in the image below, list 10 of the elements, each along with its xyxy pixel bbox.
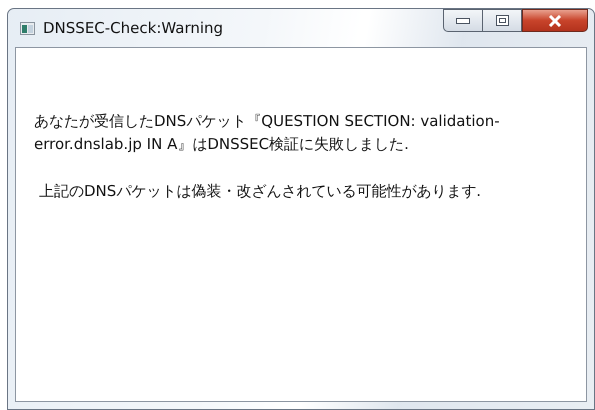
maximize-icon	[496, 15, 508, 26]
minimize-icon	[456, 18, 470, 24]
close-icon	[548, 14, 562, 26]
message-text: あなたが受信したDNSパケット『QUESTION SECTION: validation-error.dnslab.jp IN A』はDNSSEC検証に失敗しました.	[34, 111, 501, 155]
close-button[interactable]	[522, 9, 588, 32]
message-text: 上記のDNSパケットは偽装・改ざんされている可能性があります.	[38, 181, 482, 202]
window-title: DNSSEC-Check:Warning	[43, 19, 224, 37]
minimize-button[interactable]	[443, 9, 482, 32]
maximize-button[interactable]	[482, 9, 522, 32]
window-icon	[20, 22, 35, 34]
